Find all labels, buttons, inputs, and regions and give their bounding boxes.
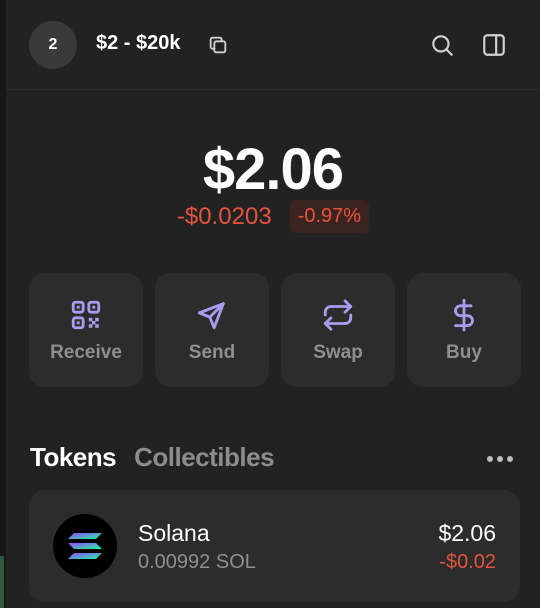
solana-logo-icon: [53, 514, 117, 578]
swap-icon: [323, 299, 353, 331]
buy-label: Buy: [446, 342, 482, 363]
sidebar-toggle-icon[interactable]: [481, 32, 507, 58]
tab-tokens[interactable]: Tokens: [30, 442, 117, 473]
account-avatar[interactable]: 2: [29, 21, 77, 69]
swap-label: Swap: [313, 342, 363, 363]
qr-code-icon: [71, 300, 101, 330]
token-value: $2.06: [438, 520, 496, 546]
balance-change-value: -$0.0203: [176, 202, 272, 230]
token-amount: 0.00992 SOL: [138, 551, 256, 573]
search-icon[interactable]: [429, 32, 455, 58]
swap-button[interactable]: Swap: [281, 273, 395, 387]
token-change: -$0.02: [439, 551, 496, 573]
tab-collectibles[interactable]: Collectibles: [134, 442, 274, 473]
background-accent-strip: [0, 556, 4, 608]
balance-change-percent-badge: -0.97%: [289, 200, 370, 233]
more-options-icon[interactable]: [484, 450, 516, 468]
token-name: Solana: [138, 520, 210, 546]
dollar-icon: [454, 298, 474, 332]
send-button[interactable]: Send: [155, 273, 269, 387]
wallet-header: 2 $2 - $20k: [6, 0, 540, 90]
send-label: Send: [188, 342, 236, 363]
token-row-solana[interactable]: Solana 0.00992 SOL $2.06 -$0.02: [29, 490, 520, 602]
asset-tabs: Tokens Collectibles: [30, 442, 275, 473]
receive-label: Receive: [50, 342, 122, 363]
total-balance: $2.06: [202, 137, 344, 202]
send-icon: [197, 302, 225, 330]
action-buttons: Receive Send Swap Buy: [29, 273, 521, 387]
account-name[interactable]: $2 - $20k: [96, 32, 181, 55]
balance-change-row: -$0.0203 -0.97%: [6, 200, 540, 233]
wallet-panel: 2 $2 - $20k $2.06 -$0.0203 -0.97% Receiv…: [6, 0, 540, 608]
receive-button[interactable]: Receive: [29, 273, 143, 387]
buy-button[interactable]: Buy: [407, 273, 521, 387]
copy-icon[interactable]: [207, 34, 229, 56]
account-badge-number: 2: [48, 36, 58, 53]
